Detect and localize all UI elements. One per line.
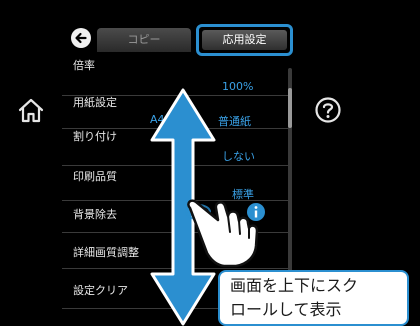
back-arrow-icon[interactable] — [70, 27, 92, 49]
setting-value-layout[interactable]: しない — [222, 148, 255, 164]
tab-advanced-label: 応用設定 — [202, 30, 287, 50]
scrollbar-thumb[interactable] — [288, 88, 292, 128]
setting-value-paper[interactable]: 普通紙 — [218, 113, 251, 129]
tab-copy[interactable]: コピー — [97, 28, 191, 52]
setting-label-quality[interactable]: 印刷品質 — [73, 168, 117, 184]
callout-line-2: ロールして表示 — [230, 300, 342, 319]
help-icon[interactable] — [314, 96, 342, 124]
setting-value-magnification[interactable]: 100% — [222, 80, 253, 93]
setting-label-clear[interactable]: 設定クリア — [73, 282, 128, 298]
setting-label-magnification[interactable]: 倍率 — [73, 57, 95, 73]
setting-label-paper[interactable]: 用紙設定 — [73, 94, 117, 110]
setting-label-detail-adjust[interactable]: 詳細画質調整 — [73, 244, 139, 260]
setting-label-layout[interactable]: 割り付け — [73, 128, 117, 144]
scroll-hint-callout: 画面を上下にスク ロールして表示 — [218, 270, 409, 326]
callout-line-1: 画面を上下にスク — [230, 276, 359, 295]
setting-label-background-removal[interactable]: 背景除去 — [73, 206, 117, 222]
home-icon[interactable] — [16, 95, 46, 125]
tab-advanced-settings[interactable]: 応用設定 — [196, 24, 293, 56]
printer-panel-screen: コピー 応用設定 倍率 100% 用紙設定 A4 普通紙 割り付け しない 印刷… — [0, 0, 420, 326]
pointing-hand-icon — [185, 199, 259, 268]
